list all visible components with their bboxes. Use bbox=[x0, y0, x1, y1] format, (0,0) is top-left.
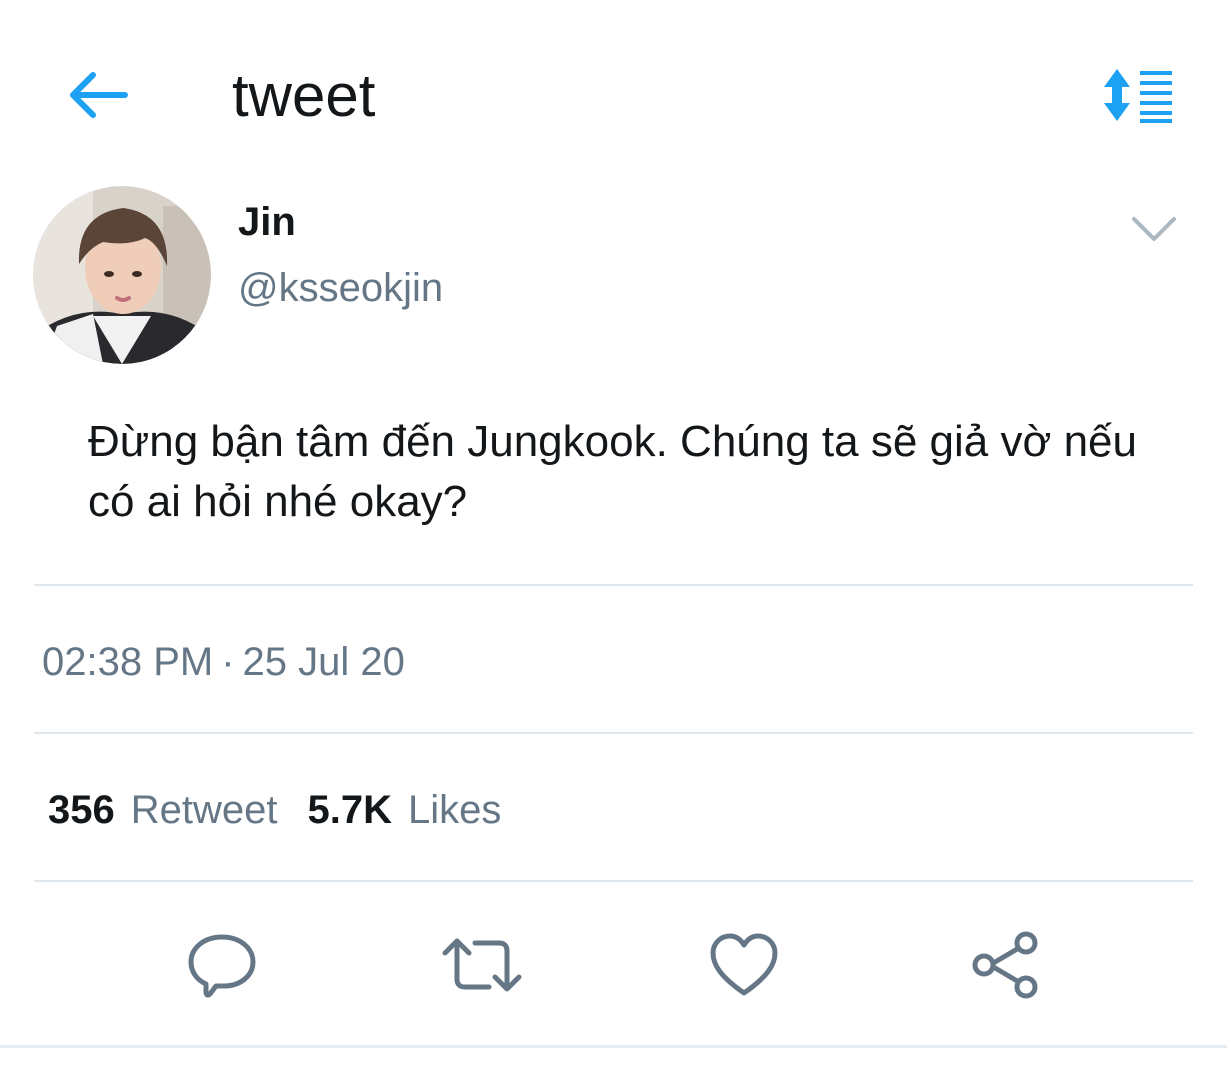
divider bbox=[34, 732, 1193, 734]
heart-icon bbox=[710, 933, 778, 996]
sort-button[interactable] bbox=[1096, 60, 1180, 130]
avatar[interactable] bbox=[33, 186, 211, 364]
tweet-menu-button[interactable] bbox=[1118, 198, 1190, 260]
tweet-time: 02:38 PM bbox=[42, 640, 214, 684]
retweet-stat[interactable]: 356 Retweet bbox=[48, 782, 278, 838]
user-handle[interactable]: @ksseokjin bbox=[238, 262, 443, 314]
back-button[interactable] bbox=[60, 60, 136, 130]
tweet-timestamp: 02:38 PM · 25 Jul 20 bbox=[42, 634, 405, 690]
share-button[interactable] bbox=[956, 922, 1056, 1008]
retweet-count: 356 bbox=[48, 788, 115, 832]
share-icon bbox=[972, 931, 1038, 999]
likes-stat[interactable]: 5.7K Likes bbox=[308, 782, 502, 838]
display-name[interactable]: Jin bbox=[238, 196, 296, 248]
retweet-icon bbox=[442, 938, 522, 992]
sort-list-icon bbox=[1104, 69, 1172, 123]
chevron-down-icon bbox=[1132, 217, 1176, 241]
page-title: tweet bbox=[232, 62, 376, 129]
bottom-divider bbox=[0, 1045, 1227, 1048]
likes-count: 5.7K bbox=[307, 788, 393, 832]
timestamp-separator: · bbox=[221, 640, 235, 684]
reply-icon bbox=[188, 934, 256, 998]
like-button[interactable] bbox=[694, 922, 794, 1008]
tweet-date: 25 Jul 20 bbox=[242, 640, 405, 684]
profile-photo bbox=[33, 186, 211, 364]
retweet-button[interactable] bbox=[432, 922, 532, 1008]
divider bbox=[34, 584, 1193, 586]
arrow-left-icon bbox=[70, 72, 128, 118]
reply-button[interactable] bbox=[172, 922, 272, 1008]
retweet-label: Retweet bbox=[130, 788, 278, 832]
tweet-text: Đừng bận tâm đến Jungkook. Chúng ta sẽ g… bbox=[88, 417, 1137, 526]
tweet-stats: 356 Retweet 5.7K Likes bbox=[48, 782, 501, 838]
divider bbox=[34, 880, 1193, 882]
likes-label: Likes bbox=[408, 788, 502, 832]
